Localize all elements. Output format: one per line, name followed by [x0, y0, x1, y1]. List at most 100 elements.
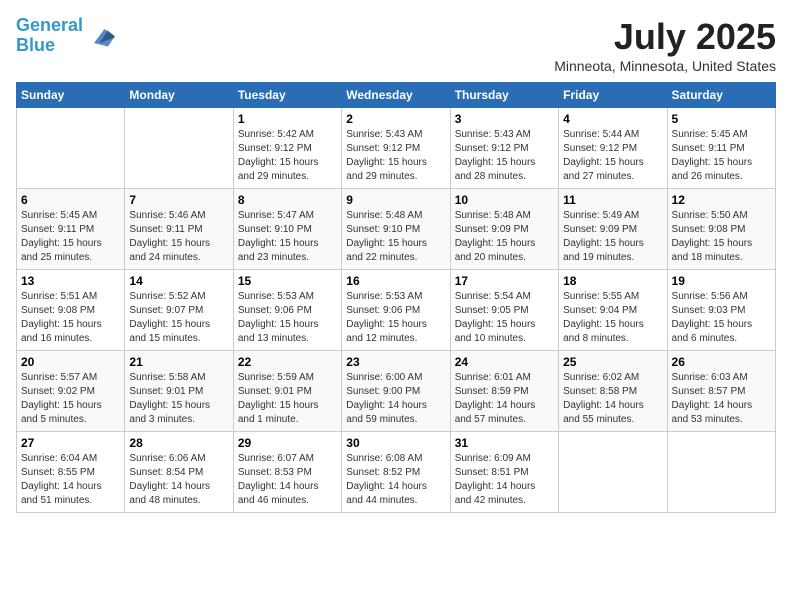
day-number: 31: [455, 436, 554, 450]
day-info: Sunrise: 6:06 AMSunset: 8:54 PMDaylight:…: [129, 452, 228, 508]
day-info: Sunrise: 6:02 AMSunset: 8:58 PMDaylight:…: [563, 371, 662, 427]
day-info: Sunrise: 6:09 AMSunset: 8:51 PMDaylight:…: [455, 452, 554, 508]
day-number: 3: [455, 112, 554, 126]
logo-text: GeneralBlue: [16, 16, 83, 56]
calendar-cell: 16 Sunrise: 5:53 AMSunset: 9:06 PMDayligh…: [342, 270, 450, 351]
day-info: Sunrise: 6:01 AMSunset: 8:59 PMDaylight:…: [455, 371, 554, 427]
day-info: Sunrise: 6:00 AMSunset: 9:00 PMDaylight:…: [346, 371, 445, 427]
calendar-week-row: 20 Sunrise: 5:57 AMSunset: 9:02 PMDayligh…: [17, 351, 776, 432]
calendar-week-row: 13 Sunrise: 5:51 AMSunset: 9:08 PMDayligh…: [17, 270, 776, 351]
calendar-cell: 7Sunrise: 5:46 AMSunset: 9:11 PMDaylight…: [125, 189, 233, 270]
calendar-cell: 9 Sunrise: 5:48 AMSunset: 9:10 PMDaylight…: [342, 189, 450, 270]
page-header: GeneralBlue July 2025 Minneota, Minnesot…: [16, 16, 776, 74]
day-number: 7: [129, 193, 228, 207]
calendar-cell: 5Sunrise: 5:45 AMSunset: 9:11 PMDaylight…: [667, 108, 775, 189]
day-number: 20: [21, 355, 120, 369]
calendar-cell: 28 Sunrise: 6:06 AMSunset: 8:54 PMDayligh…: [125, 432, 233, 513]
calendar-cell: 12 Sunrise: 5:50 AMSunset: 9:08 PMDayligh…: [667, 189, 775, 270]
calendar-week-row: 1Sunrise: 5:42 AMSunset: 9:12 PMDaylight…: [17, 108, 776, 189]
day-number: 2: [346, 112, 445, 126]
day-info: Sunrise: 5:55 AMSunset: 9:04 PMDaylight:…: [563, 290, 662, 346]
calendar-week-row: 6Sunrise: 5:45 AMSunset: 9:11 PMDaylight…: [17, 189, 776, 270]
day-number: 4: [563, 112, 662, 126]
day-number: 23: [346, 355, 445, 369]
day-info: Sunrise: 5:57 AMSunset: 9:02 PMDaylight:…: [21, 371, 120, 427]
day-info: Sunrise: 5:44 AMSunset: 9:12 PMDaylight:…: [563, 128, 662, 184]
calendar-cell: 14Sunrise: 5:52 AMSunset: 9:07 PMDayligh…: [125, 270, 233, 351]
day-number: 14: [129, 274, 228, 288]
day-info: Sunrise: 5:53 AMSunset: 9:06 PMDaylight:…: [346, 290, 445, 346]
logo-icon: [87, 22, 115, 50]
day-number: 6: [21, 193, 120, 207]
calendar-cell: 8 Sunrise: 5:47 AMSunset: 9:10 PMDaylight…: [233, 189, 341, 270]
day-number: 18: [563, 274, 662, 288]
calendar-cell: 1Sunrise: 5:42 AMSunset: 9:12 PMDaylight…: [233, 108, 341, 189]
calendar-cell: 17 Sunrise: 5:54 AMSunset: 9:05 PMDayligh…: [450, 270, 558, 351]
day-info: Sunrise: 5:45 AMSunset: 9:11 PMDaylight:…: [672, 128, 771, 184]
day-info: Sunrise: 5:54 AMSunset: 9:05 PMDaylight:…: [455, 290, 554, 346]
weekday-header: Monday: [125, 83, 233, 108]
weekday-header-row: SundayMondayTuesdayWednesdayThursdayFrid…: [17, 83, 776, 108]
day-info: Sunrise: 5:48 AMSunset: 9:09 PMDaylight:…: [455, 209, 554, 265]
day-number: 13: [21, 274, 120, 288]
day-number: 9: [346, 193, 445, 207]
calendar-cell: 27 Sunrise: 6:04 AMSunset: 8:55 PMDayligh…: [17, 432, 125, 513]
day-number: 29: [238, 436, 337, 450]
day-number: 30: [346, 436, 445, 450]
day-number: 8: [238, 193, 337, 207]
calendar-cell: 22Sunrise: 5:59 AMSunset: 9:01 PMDayligh…: [233, 351, 341, 432]
day-number: 12: [672, 193, 771, 207]
calendar-cell: 11 Sunrise: 5:49 AMSunset: 9:09 PMDayligh…: [559, 189, 667, 270]
weekday-header: Sunday: [17, 83, 125, 108]
weekday-header: Wednesday: [342, 83, 450, 108]
calendar-cell: 20 Sunrise: 5:57 AMSunset: 9:02 PMDayligh…: [17, 351, 125, 432]
calendar-cell: 2Sunrise: 5:43 AMSunset: 9:12 PMDaylight…: [342, 108, 450, 189]
calendar-cell: 29Sunrise: 6:07 AMSunset: 8:53 PMDayligh…: [233, 432, 341, 513]
day-number: 11: [563, 193, 662, 207]
day-number: 24: [455, 355, 554, 369]
calendar-week-row: 27 Sunrise: 6:04 AMSunset: 8:55 PMDayligh…: [17, 432, 776, 513]
calendar-cell: 25 Sunrise: 6:02 AMSunset: 8:58 PMDayligh…: [559, 351, 667, 432]
day-info: Sunrise: 5:50 AMSunset: 9:08 PMDaylight:…: [672, 209, 771, 265]
day-info: Sunrise: 5:47 AMSunset: 9:10 PMDaylight:…: [238, 209, 337, 265]
day-info: Sunrise: 5:48 AMSunset: 9:10 PMDaylight:…: [346, 209, 445, 265]
day-number: 15: [238, 274, 337, 288]
calendar-cell: 31 Sunrise: 6:09 AMSunset: 8:51 PMDayligh…: [450, 432, 558, 513]
day-info: Sunrise: 5:59 AMSunset: 9:01 PMDaylight:…: [238, 371, 337, 427]
day-number: 21: [129, 355, 228, 369]
day-info: Sunrise: 5:51 AMSunset: 9:08 PMDaylight:…: [21, 290, 120, 346]
calendar-cell: 13 Sunrise: 5:51 AMSunset: 9:08 PMDayligh…: [17, 270, 125, 351]
month-title: July 2025: [554, 16, 776, 58]
calendar-cell: 24 Sunrise: 6:01 AMSunset: 8:59 PMDayligh…: [450, 351, 558, 432]
calendar-cell: [667, 432, 775, 513]
day-number: 27: [21, 436, 120, 450]
calendar-cell: 4 Sunrise: 5:44 AMSunset: 9:12 PMDaylight…: [559, 108, 667, 189]
calendar-cell: [559, 432, 667, 513]
calendar-cell: [125, 108, 233, 189]
calendar-body: 1Sunrise: 5:42 AMSunset: 9:12 PMDaylight…: [17, 108, 776, 513]
calendar-cell: 3Sunrise: 5:43 AMSunset: 9:12 PMDaylight…: [450, 108, 558, 189]
calendar-cell: 19 Sunrise: 5:56 AMSunset: 9:03 PMDayligh…: [667, 270, 775, 351]
weekday-header: Saturday: [667, 83, 775, 108]
weekday-header: Thursday: [450, 83, 558, 108]
day-info: Sunrise: 6:04 AMSunset: 8:55 PMDaylight:…: [21, 452, 120, 508]
day-number: 16: [346, 274, 445, 288]
day-number: 28: [129, 436, 228, 450]
day-info: Sunrise: 6:08 AMSunset: 8:52 PMDaylight:…: [346, 452, 445, 508]
day-number: 26: [672, 355, 771, 369]
logo: GeneralBlue: [16, 16, 115, 56]
calendar-table: SundayMondayTuesdayWednesdayThursdayFrid…: [16, 82, 776, 513]
day-info: Sunrise: 6:03 AMSunset: 8:57 PMDaylight:…: [672, 371, 771, 427]
calendar-cell: 10 Sunrise: 5:48 AMSunset: 9:09 PMDayligh…: [450, 189, 558, 270]
day-info: Sunrise: 5:42 AMSunset: 9:12 PMDaylight:…: [238, 128, 337, 184]
title-block: July 2025 Minneota, Minnesota, United St…: [554, 16, 776, 74]
day-number: 10: [455, 193, 554, 207]
calendar-cell: 6Sunrise: 5:45 AMSunset: 9:11 PMDaylight…: [17, 189, 125, 270]
day-info: Sunrise: 5:49 AMSunset: 9:09 PMDaylight:…: [563, 209, 662, 265]
day-number: 17: [455, 274, 554, 288]
day-number: 25: [563, 355, 662, 369]
day-number: 19: [672, 274, 771, 288]
calendar-cell: 30 Sunrise: 6:08 AMSunset: 8:52 PMDayligh…: [342, 432, 450, 513]
calendar-cell: 23 Sunrise: 6:00 AMSunset: 9:00 PMDayligh…: [342, 351, 450, 432]
day-info: Sunrise: 5:56 AMSunset: 9:03 PMDaylight:…: [672, 290, 771, 346]
